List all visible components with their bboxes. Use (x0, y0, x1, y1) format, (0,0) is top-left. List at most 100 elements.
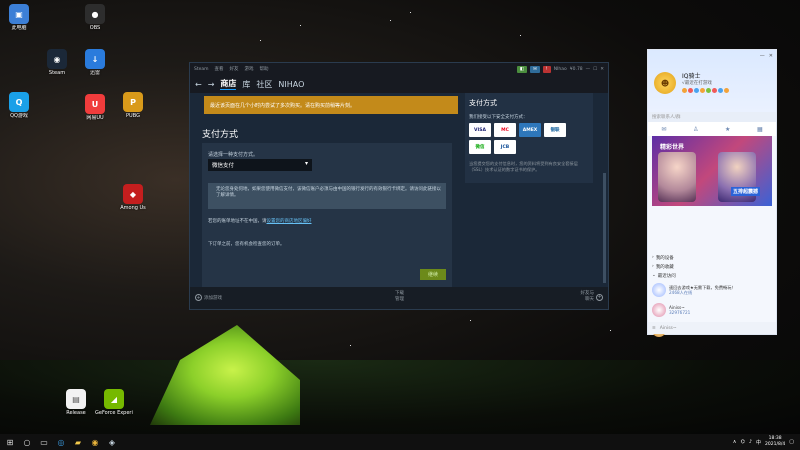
desktop-icon[interactable]: P PUBG (114, 90, 152, 128)
desktop-icon[interactable]: ▣ 此电脑 (0, 2, 38, 40)
list-item[interactable]: Ainiss~ 32976721 (652, 300, 772, 320)
badge-icon (712, 88, 717, 93)
banner-character (658, 152, 696, 202)
banner-title: 精彩世界 (660, 144, 685, 151)
side-title: 支付方式 (469, 99, 497, 107)
scrollbar[interactable] (603, 173, 606, 283)
nav-library[interactable]: 库 (242, 79, 250, 90)
app-icon: ▤ (66, 389, 86, 409)
desktop-icon-label: Steam (48, 70, 66, 76)
app-icon: U (85, 94, 105, 114)
chrome-icon[interactable]: ◉ (88, 436, 102, 448)
qq-nickname[interactable]: IQ骑士 (682, 71, 701, 80)
desktop-icon-label: OBS (89, 25, 101, 31)
chevron-down-icon: ▾ (304, 160, 308, 167)
desktop-icon[interactable]: ↓ 迅雷 (76, 47, 114, 85)
qq-search-input[interactable]: 搜索联系人/群 (648, 112, 776, 122)
store-region-link[interactable]: 设置您的商店地区偏好 (267, 219, 312, 224)
desktop-icon[interactable]: ◆ Among Us (114, 182, 152, 220)
qq-signature[interactable]: √最近在打游戏 (682, 80, 712, 86)
menu-games[interactable]: 游戏 (245, 66, 254, 72)
desktop-icon[interactable]: ● OBS (76, 2, 114, 40)
space-icon[interactable]: ★ (725, 126, 730, 133)
group-recent[interactable]: ⌄ 最近访问 (652, 271, 772, 280)
minimize-icon[interactable]: — (760, 53, 765, 59)
mail-icon[interactable]: ✉ (530, 65, 540, 73)
minimize-icon[interactable]: — (586, 67, 591, 72)
select-label: 请选择一种支付方式。 (208, 152, 259, 158)
add-game-button[interactable]: + 添加游戏 (195, 294, 222, 301)
edge-icon[interactable]: ◎ (54, 436, 68, 448)
desktop-icon[interactable]: ◉ Steam (38, 47, 76, 85)
taskbar: ⊞ ○ ▭ ◎ ▰ ◉ ◈ ∧ ⌬ ♪ 中 18:38 2021/8/4 ▢ (0, 434, 800, 450)
country-note-text: 若您的账单地址不在中国，请 (208, 219, 267, 224)
friends-sub: 聊天 (585, 297, 594, 302)
big-picture-icon[interactable]: ◧ (516, 65, 528, 73)
ime-indicator[interactable]: 中 (756, 439, 761, 446)
desktop-icon[interactable]: Q QQ游戏 (0, 90, 38, 128)
jcb-icon: JCB (494, 140, 516, 154)
downloads-sub: 管理 (395, 297, 404, 302)
notification-icon[interactable]: ! (542, 65, 551, 73)
avatar[interactable]: ☻ (654, 72, 676, 94)
group-favorites[interactable]: › 我的收藏 (652, 262, 772, 271)
badge-icon (718, 88, 723, 93)
volume-icon[interactable]: ♪ (749, 439, 752, 445)
payment-methods-panel: 支付方式 我们接受以下安全支付方式： VISA MC AMEX 银联 微信 JC… (465, 93, 593, 183)
payment-method-select[interactable]: 微信支付 ▾ (208, 159, 312, 171)
menu-steam[interactable]: Steam (194, 67, 209, 72)
notification-center-icon[interactable]: ▢ (789, 439, 794, 445)
desktop-icon-label: GeForce Experience (95, 410, 133, 416)
forward-arrow-icon[interactable]: → (208, 80, 215, 89)
close-icon[interactable]: ✕ (769, 53, 773, 59)
messages-icon[interactable]: ✉ (661, 126, 666, 133)
downloads-button[interactable]: 下载 管理 (395, 291, 404, 303)
wechat-pay-icon: 微信 (469, 140, 491, 154)
qq-tabs: ✉ ♙ ★ ▦ (648, 122, 776, 136)
group-devices[interactable]: › 我的设备 (652, 253, 772, 262)
app-icon: ↓ (85, 49, 105, 69)
page-title: 支付方式 (202, 130, 239, 140)
windows-start-icon[interactable]: ⊞ (3, 436, 17, 448)
payment-page: 最近该页面在几个小时内尝试了多次购买。请在购买前稍等片刻。 支付方式 请选择一种… (190, 93, 608, 287)
desktop-icon[interactable]: U 网易UU (76, 92, 114, 130)
desktop-icon-label: PUBG (126, 113, 140, 119)
apps-icon[interactable]: ▦ (757, 126, 763, 133)
game-banner[interactable]: 精彩世界 五排超震撼 (652, 136, 772, 206)
selected-method: 微信支付 (212, 163, 235, 169)
close-icon[interactable]: ✕ (600, 67, 604, 72)
menu-view[interactable]: 查看 (215, 66, 224, 72)
qq-panel: — ✕ ☻ IQ骑士 √最近在打游戏 搜索联系人/群 ✉ ♙ ★ ▦ 精彩世界 … (647, 49, 777, 337)
menu-friends[interactable]: 好友 (230, 66, 239, 72)
app-icon: ◆ (123, 184, 143, 204)
menu-help[interactable]: 帮助 (260, 66, 269, 72)
nav-username[interactable]: NIHAO (278, 80, 304, 89)
continue-button[interactable]: 继续 (420, 269, 446, 280)
network-icon[interactable]: ⌬ (740, 439, 744, 445)
amex-icon: AMEX (519, 123, 541, 137)
chevron-up-icon[interactable]: ∧ (733, 439, 737, 445)
contacts-icon[interactable]: ♙ (693, 126, 698, 133)
badge-icon (724, 88, 729, 93)
clock[interactable]: 18:38 2021/8/4 (765, 436, 785, 448)
back-arrow-icon[interactable]: ← (195, 80, 202, 89)
maximize-icon[interactable]: ☐ (593, 67, 597, 72)
nav-store[interactable]: 商店 (220, 78, 237, 90)
steam-taskbar-icon[interactable]: ◈ (105, 436, 119, 448)
desktop-icon-label: Release (66, 410, 86, 416)
list-item[interactable]: 速回去游戏★无需下载，免费畅玩！ 2468人在线 (652, 280, 772, 300)
steam-nav: ← → 商店 库 社区 NIHAO (190, 75, 608, 93)
desktop-icon[interactable]: ▤ Release (57, 387, 95, 425)
menu-icon[interactable]: ≡ (652, 326, 656, 331)
nav-community[interactable]: 社区 (256, 79, 272, 90)
card-logos: VISA MC AMEX 银联 微信 JCB (469, 123, 566, 154)
friends-chat-button[interactable]: 好友与 聊天 + (581, 291, 603, 303)
file-explorer-icon[interactable]: ▰ (71, 436, 85, 448)
qq-header: — ✕ ☻ IQ骑士 √最近在打游戏 (648, 50, 776, 112)
account-name[interactable]: NIhao (554, 67, 567, 72)
task-view-icon[interactable]: ▭ (37, 436, 51, 448)
search-icon[interactable]: ○ (20, 436, 34, 448)
qq-window-controls: — ✕ (760, 53, 773, 59)
desktop-icon[interactable]: ◢GeForce Experience (95, 387, 133, 425)
badge-icon (700, 88, 705, 93)
